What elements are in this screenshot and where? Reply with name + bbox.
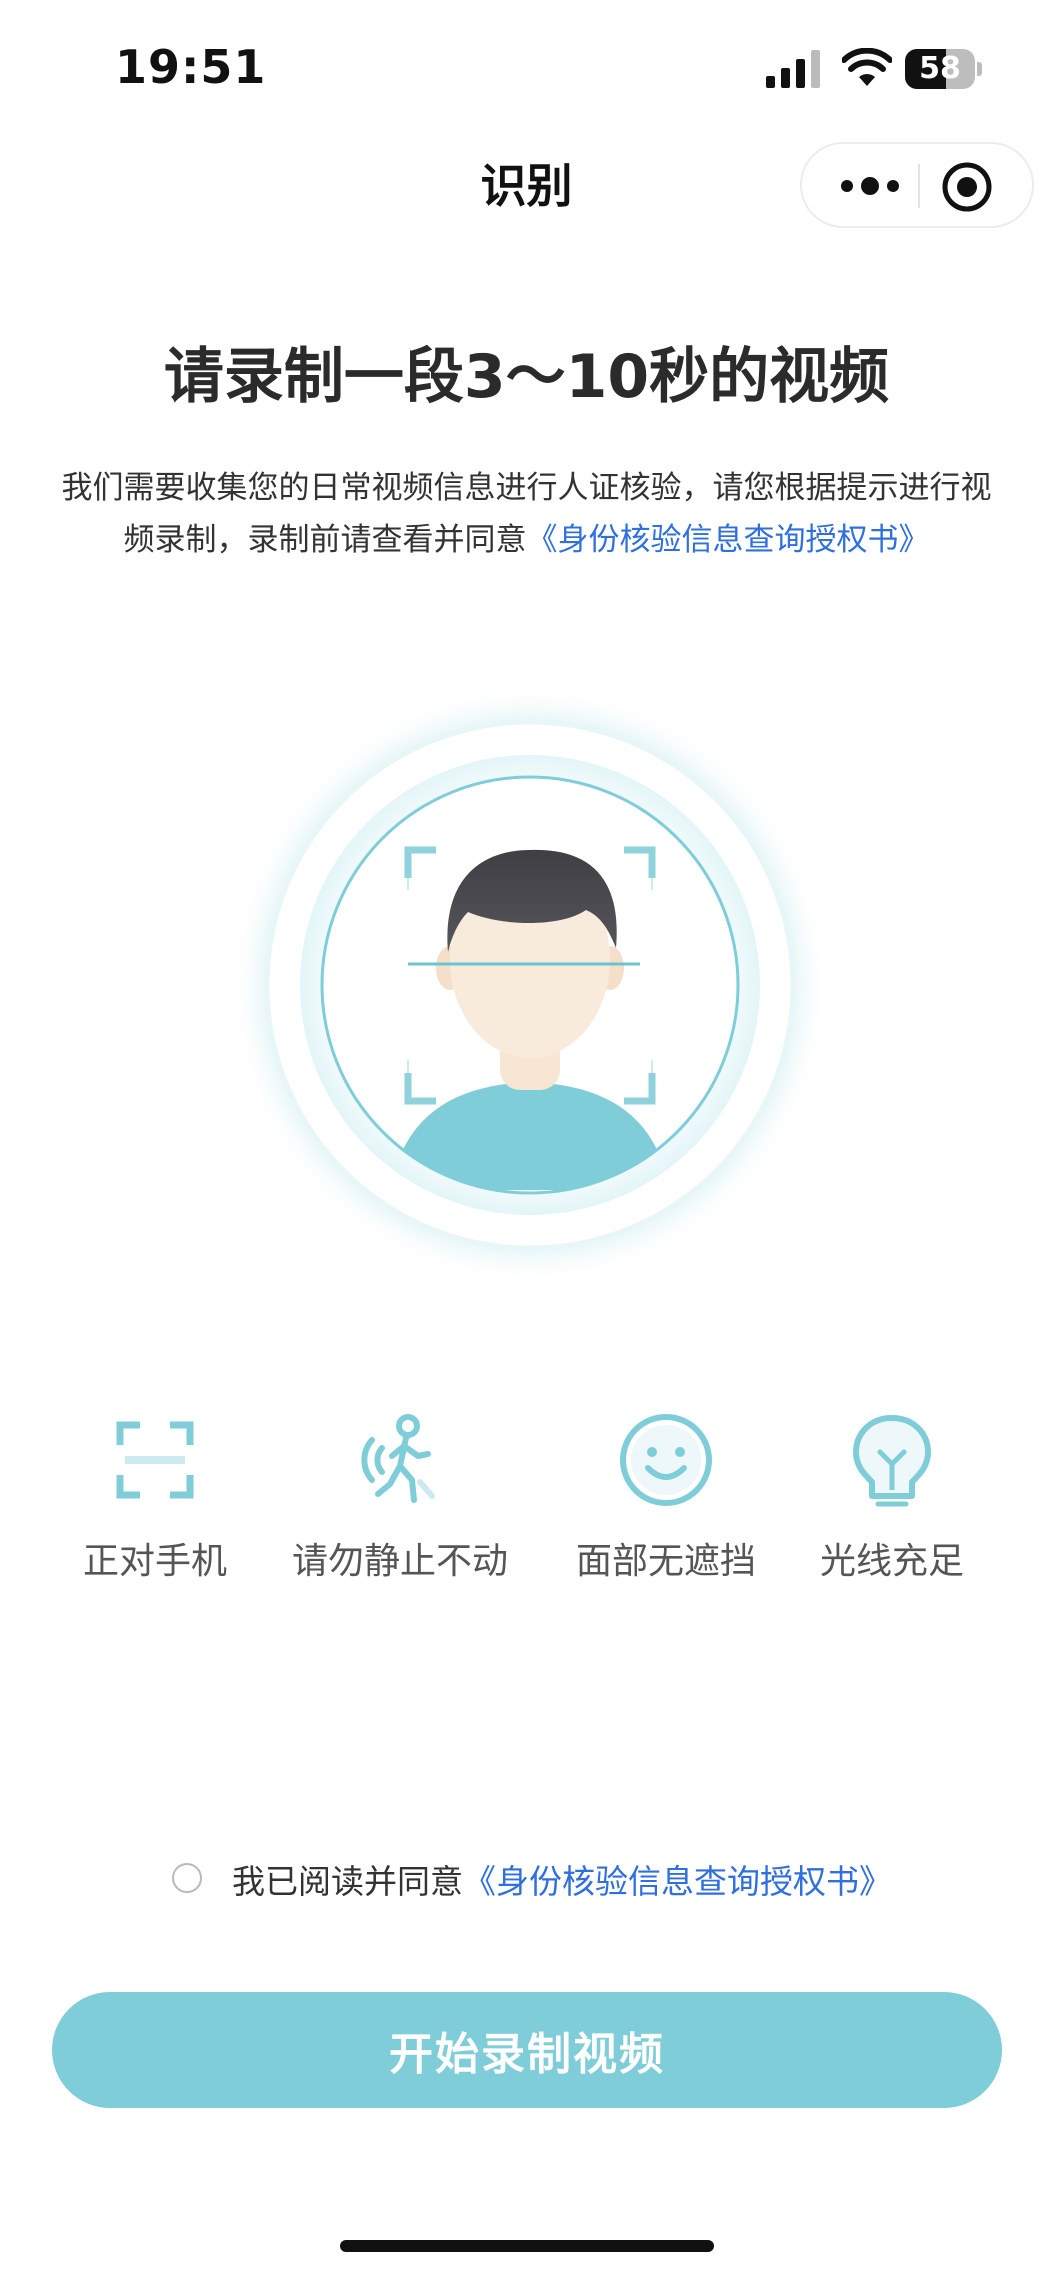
description: 我们需要收集您的日常视频信息进行人证核验，请您根据提示进行视频录制，录制前请查看… (50, 462, 1003, 566)
battery-icon: 58 (905, 49, 983, 89)
scan-frame-icon (116, 1421, 194, 1499)
mini-program-capsule (800, 142, 1034, 228)
more-icon[interactable] (830, 164, 910, 208)
agreement-link[interactable]: 《身份核验信息查询授权书》 (463, 1862, 892, 1901)
authorization-link[interactable]: 《身份核验信息查询授权书》 (527, 522, 930, 558)
wifi-icon (842, 48, 892, 86)
tip-label: 请勿静止不动 (291, 1541, 508, 1582)
smiley-face-icon (620, 1414, 712, 1506)
tip-label: 光线充足 (819, 1541, 964, 1582)
status-time: 19:51 (115, 40, 267, 94)
walking-person-icon (361, 1414, 435, 1503)
signal-icon (766, 50, 820, 88)
light-bulb-icon (853, 1415, 931, 1507)
start-recording-button[interactable]: 开始录制视频 (52, 1992, 1002, 2108)
tip-enough-light: 光线充足 (762, 1410, 1022, 1584)
tip-dont-stay-still: 请勿静止不动 (270, 1410, 530, 1584)
tip-face-unobstructed: 面部无遮挡 (536, 1410, 796, 1584)
face-scan-avatar-icon (230, 690, 830, 1285)
home-indicator (340, 2240, 714, 2252)
agreement-text: 我已阅读并同意《身份核验信息查询授权书》 (232, 1855, 892, 1903)
agreement-checkbox[interactable] (172, 1863, 202, 1893)
agreement-prefix: 我已阅读并同意 (232, 1862, 463, 1901)
agreement-row: 我已阅读并同意《身份核验信息查询授权书》 (170, 1855, 930, 1905)
tip-label: 面部无遮挡 (575, 1541, 756, 1582)
tips-row: 正对手机 请勿静止不动 面部无遮挡 光线充足 (0, 1410, 1053, 1610)
recording-heading: 请录制一段3～10秒的视频 (163, 342, 890, 412)
tip-face-phone: 正对手机 (25, 1410, 285, 1584)
close-target-icon[interactable] (940, 160, 994, 214)
status-bar: 19:51 58 (0, 0, 1053, 130)
battery-level-text: 58 (919, 51, 961, 86)
tip-label: 正对手机 (82, 1541, 227, 1582)
capsule-divider (918, 164, 920, 208)
